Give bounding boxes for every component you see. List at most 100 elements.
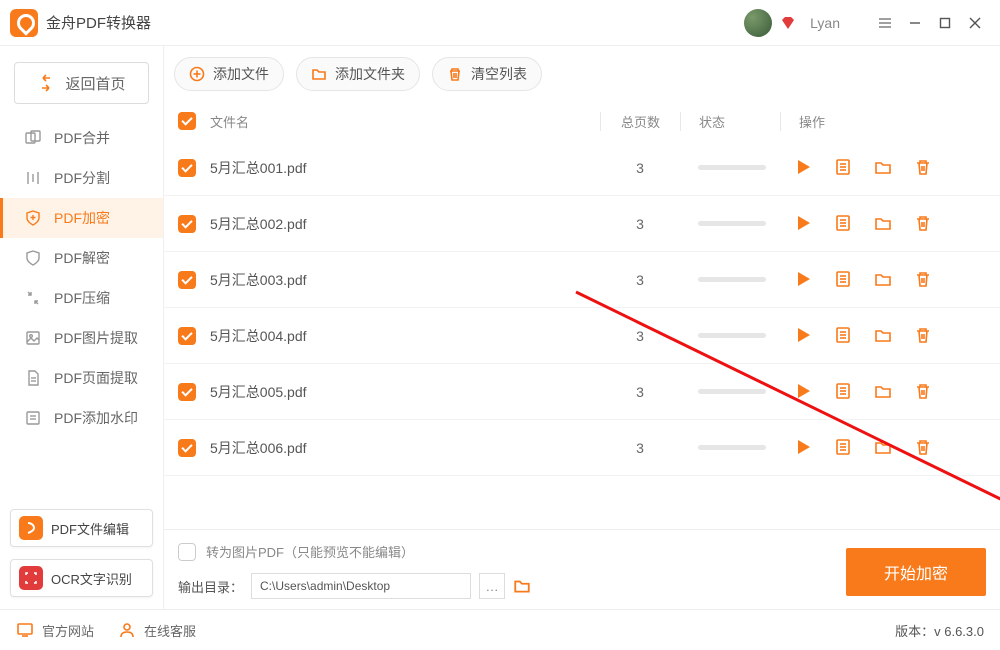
sidebar-item-split[interactable]: PDF分割 xyxy=(0,158,163,198)
open-folder-icon[interactable] xyxy=(513,577,531,595)
username-label[interactable]: Lyan xyxy=(810,15,840,31)
nav-label: PDF解密 xyxy=(54,248,110,268)
vip-gem-icon[interactable] xyxy=(780,15,796,31)
play-icon[interactable] xyxy=(794,438,814,458)
nav-label: PDF加密 xyxy=(54,208,110,228)
official-site-link[interactable]: 官方网站 xyxy=(16,621,94,640)
start-encrypt-button[interactable]: 开始加密 xyxy=(846,548,986,596)
page-count: 3 xyxy=(600,440,680,456)
title-bar: 金舟PDF转换器 Lyan xyxy=(0,0,1000,46)
nav-label: PDF图片提取 xyxy=(54,328,138,348)
row-checkbox[interactable] xyxy=(178,271,196,289)
detail-icon[interactable] xyxy=(834,326,854,346)
progress-bar xyxy=(698,333,766,338)
add-file-button[interactable]: 添加文件 xyxy=(174,57,284,91)
sidebar-item-extract-page[interactable]: PDF页面提取 xyxy=(0,358,163,398)
col-name-header: 文件名 xyxy=(210,112,600,131)
open-folder-icon[interactable] xyxy=(874,214,894,234)
compress-icon xyxy=(24,289,42,307)
app-title: 金舟PDF转换器 xyxy=(46,12,151,33)
nav-label: PDF压缩 xyxy=(54,288,110,308)
col-pages-header: 总页数 xyxy=(600,112,680,131)
status-cell xyxy=(680,221,780,226)
file-name: 5月汇总006.pdf xyxy=(210,438,600,458)
nav-label: PDF分割 xyxy=(54,168,110,188)
add-folder-button[interactable]: 添加文件夹 xyxy=(296,57,420,91)
row-checkbox[interactable] xyxy=(178,159,196,177)
select-all-checkbox[interactable] xyxy=(178,112,196,130)
delete-icon[interactable] xyxy=(914,438,934,458)
nav-label: PDF合并 xyxy=(54,128,110,148)
clear-list-label: 清空列表 xyxy=(471,64,527,84)
detail-icon[interactable] xyxy=(834,270,854,290)
maximize-button[interactable] xyxy=(930,8,960,38)
pdf-editor-card[interactable]: PDF文件编辑 xyxy=(10,509,153,547)
output-dir-input[interactable] xyxy=(251,573,471,599)
status-cell xyxy=(680,165,780,170)
sidebar-item-merge[interactable]: PDF合并 xyxy=(0,118,163,158)
play-icon[interactable] xyxy=(794,270,814,290)
sidebar-item-encrypt[interactable]: PDF加密 xyxy=(0,198,163,238)
detail-icon[interactable] xyxy=(834,438,854,458)
user-avatar[interactable] xyxy=(744,9,772,37)
add-folder-label: 添加文件夹 xyxy=(335,64,405,84)
open-folder-icon[interactable] xyxy=(874,326,894,346)
close-button[interactable] xyxy=(960,8,990,38)
progress-bar xyxy=(698,277,766,282)
delete-icon[interactable] xyxy=(914,158,934,178)
delete-icon[interactable] xyxy=(914,326,934,346)
delete-icon[interactable] xyxy=(914,270,934,290)
ocr-card[interactable]: OCR文字识别 xyxy=(10,559,153,597)
table-row: 5月汇总004.pdf3 xyxy=(164,308,1000,364)
row-checkbox[interactable] xyxy=(178,327,196,345)
status-cell xyxy=(680,277,780,282)
file-name: 5月汇总002.pdf xyxy=(210,214,600,234)
image-pdf-checkbox[interactable] xyxy=(178,543,196,561)
back-home-button[interactable]: 返回首页 xyxy=(14,62,149,104)
sidebar: 返回首页 PDF合并 PDF分割 PDF加密 PDF解密 PDF压缩 PDF图片… xyxy=(0,46,164,609)
support-link[interactable]: 在线客服 xyxy=(118,621,196,640)
play-icon[interactable] xyxy=(794,382,814,402)
official-site-label: 官方网站 xyxy=(42,621,94,640)
browse-button[interactable]: … xyxy=(479,573,505,599)
app-logo-icon xyxy=(10,9,38,37)
page-count: 3 xyxy=(600,160,680,176)
ocr-badge-icon xyxy=(19,566,43,590)
row-checkbox[interactable] xyxy=(178,215,196,233)
bottom-panel: 转为图片PDF（只能预览不能编辑） 输出目录： … 开始加密 xyxy=(164,529,1000,609)
image-pdf-label: 转为图片PDF（只能预览不能编辑） xyxy=(206,542,414,561)
file-name: 5月汇总004.pdf xyxy=(210,326,600,346)
menu-icon[interactable] xyxy=(870,8,900,38)
detail-icon[interactable] xyxy=(834,214,854,234)
play-icon[interactable] xyxy=(794,158,814,178)
open-folder-icon[interactable] xyxy=(874,382,894,402)
image-icon xyxy=(24,329,42,347)
open-folder-icon[interactable] xyxy=(874,270,894,290)
play-icon[interactable] xyxy=(794,326,814,346)
delete-icon[interactable] xyxy=(914,214,934,234)
play-icon[interactable] xyxy=(794,214,814,234)
sidebar-item-extract-image[interactable]: PDF图片提取 xyxy=(0,318,163,358)
sidebar-item-decrypt[interactable]: PDF解密 xyxy=(0,238,163,278)
progress-bar xyxy=(698,165,766,170)
back-home-label: 返回首页 xyxy=(65,73,125,94)
delete-icon[interactable] xyxy=(914,382,934,402)
file-name: 5月汇总003.pdf xyxy=(210,270,600,290)
file-rows: 5月汇总001.pdf35月汇总002.pdf35月汇总003.pdf35月汇总… xyxy=(164,140,1000,476)
table-row: 5月汇总005.pdf3 xyxy=(164,364,1000,420)
sidebar-item-watermark[interactable]: PDF添加水印 xyxy=(0,398,163,438)
status-cell xyxy=(680,333,780,338)
minimize-button[interactable] xyxy=(900,8,930,38)
open-folder-icon[interactable] xyxy=(874,438,894,458)
main-panel: 添加文件 添加文件夹 清空列表 文件名 总页数 状态 操作 5月汇总001.pd… xyxy=(164,46,1000,609)
row-checkbox[interactable] xyxy=(178,383,196,401)
shield-plus-icon xyxy=(24,209,42,227)
detail-icon[interactable] xyxy=(834,158,854,178)
open-folder-icon[interactable] xyxy=(874,158,894,178)
detail-icon[interactable] xyxy=(834,382,854,402)
progress-bar xyxy=(698,445,766,450)
sidebar-item-compress[interactable]: PDF压缩 xyxy=(0,278,163,318)
clear-list-button[interactable]: 清空列表 xyxy=(432,57,542,91)
page-icon xyxy=(24,369,42,387)
row-checkbox[interactable] xyxy=(178,439,196,457)
